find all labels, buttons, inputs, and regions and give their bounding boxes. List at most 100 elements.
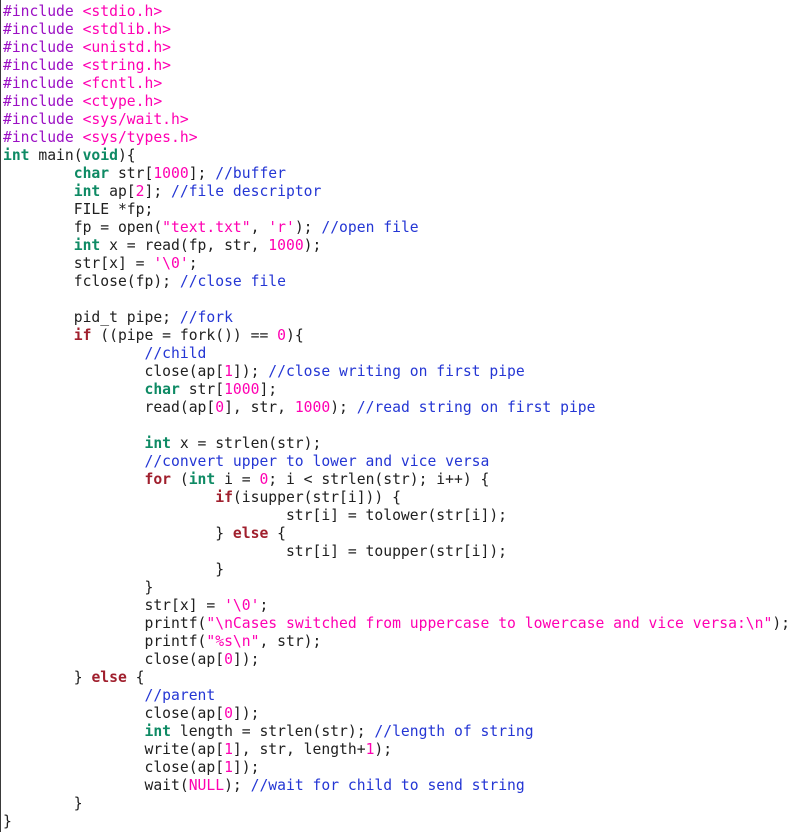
token-plain: write(ap[: [3, 741, 225, 758]
token-plain: }: [3, 669, 92, 686]
code-line: //convert upper to lower and vice versa: [3, 453, 808, 471]
token-plain: x = strlen(str);: [171, 435, 322, 452]
token-plain: ap[: [100, 183, 136, 200]
code-line: pid_t pipe; //fork: [3, 309, 808, 327]
code-line: str[i] = toupper(str[i]);: [3, 543, 808, 561]
token-control: else: [91, 669, 127, 686]
token-plain: str[i] = tolower(str[i]);: [3, 507, 508, 524]
token-comment: //length of string: [374, 723, 534, 740]
token-plain: ; i < strlen(str); i++) {: [268, 471, 490, 488]
token-plain: ], str,: [224, 399, 295, 416]
token-plain: printf(: [3, 633, 207, 650]
token-plain: str[x] =: [3, 255, 154, 272]
token-plain: ;: [259, 597, 269, 614]
token-plain: );: [330, 399, 357, 416]
token-control: for: [144, 471, 172, 488]
code-line: close(ap[0]);: [3, 651, 808, 669]
code-line: }: [3, 795, 808, 813]
token-number: 0: [259, 471, 269, 488]
code-line: int x = read(fp, str, 1000);: [3, 237, 808, 255]
token-number: 0: [224, 705, 233, 722]
token-string: '\0': [153, 255, 189, 272]
token-plain: ]);: [232, 759, 260, 776]
code-line: //parent: [3, 687, 808, 705]
token-header: <unistd.h>: [82, 39, 172, 56]
token-plain: close(ap[: [3, 651, 225, 668]
token-plain: ,: [250, 219, 269, 236]
token-comment: //buffer: [215, 165, 286, 182]
token-plain: fp = open(: [3, 219, 163, 236]
token-comment: //child: [144, 345, 207, 362]
code-line: int x = strlen(str);: [3, 435, 808, 453]
token-string: "\nCases switched from uppercase to lowe…: [206, 615, 773, 632]
code-line: #include <sys/types.h>: [3, 129, 808, 147]
code-line: #include <fcntl.h>: [3, 75, 808, 93]
token-comment: //close file: [179, 273, 286, 290]
token-plain: );: [374, 741, 393, 758]
token-number: 0: [224, 651, 233, 668]
token-control: else: [232, 525, 269, 542]
code-line: char str[1000]; //buffer: [3, 165, 808, 183]
code-line: if(isupper(str[i])) {: [3, 489, 808, 507]
token-plain: i =: [215, 471, 260, 488]
token-plain: }: [3, 795, 83, 812]
token-plain: }: [3, 813, 12, 830]
token-pp: #include: [3, 57, 83, 74]
code-line: close(ap[0]);: [3, 705, 808, 723]
token-plain: ];: [144, 183, 172, 200]
token-plain: wait(: [3, 777, 189, 794]
token-type: int: [188, 471, 216, 488]
token-plain: , str);: [259, 633, 322, 650]
token-plain: fclose(fp);: [3, 273, 180, 290]
token-string: "%s\n": [206, 633, 260, 650]
code-line: //child: [3, 345, 808, 363]
code-line: printf("%s\n", str);: [3, 633, 808, 651]
token-plain: ];: [259, 381, 278, 398]
token-string: '\0': [224, 597, 260, 614]
token-header: <sys/wait.h>: [82, 111, 189, 128]
token-plain: (: [171, 471, 189, 488]
token-plain: }: [3, 579, 154, 596]
token-number: 0: [215, 399, 225, 416]
token-plain: printf(: [3, 615, 207, 632]
code-line: int length = strlen(str); //length of st…: [3, 723, 808, 741]
code-line: FILE *fp;: [3, 201, 808, 219]
token-comment: //parent: [144, 687, 216, 704]
token-plain: main(: [29, 147, 83, 164]
token-plain: {: [268, 525, 286, 542]
code-line: close(ap[1]); //close writing on first p…: [3, 363, 808, 381]
token-plain: length = strlen(str);: [171, 723, 375, 740]
token-type: int: [73, 237, 101, 254]
token-plain: x = read(fp, str,: [100, 237, 269, 254]
token-plain: close(ap[: [3, 705, 225, 722]
code-editor-view[interactable]: #include <stdio.h> #include <stdlib.h> #in…: [0, 0, 808, 832]
token-number: 1000: [268, 237, 304, 254]
token-plain: }: [3, 525, 233, 542]
token-pp: #include: [3, 3, 83, 20]
code-line: #include <ctype.h>: [3, 93, 808, 111]
token-string: "text.txt": [162, 219, 251, 236]
token-number: 1: [224, 741, 233, 758]
code-line: #include <stdio.h>: [3, 3, 808, 21]
token-plain: ]);: [232, 651, 260, 668]
code-line: char str[1000];: [3, 381, 808, 399]
token-pp: #include: [3, 39, 83, 56]
code-line: } else {: [3, 669, 808, 687]
token-plain: ]);: [232, 705, 260, 722]
token-type: int: [3, 147, 30, 164]
code-line: if ((pipe = fork()) == 0){: [3, 327, 808, 345]
token-plain: ((pipe = fork()) ==: [91, 327, 278, 344]
token-number: 2: [135, 183, 145, 200]
token-type: int: [144, 435, 172, 452]
token-type: char: [73, 165, 110, 182]
token-plain: FILE *fp;: [3, 201, 154, 218]
